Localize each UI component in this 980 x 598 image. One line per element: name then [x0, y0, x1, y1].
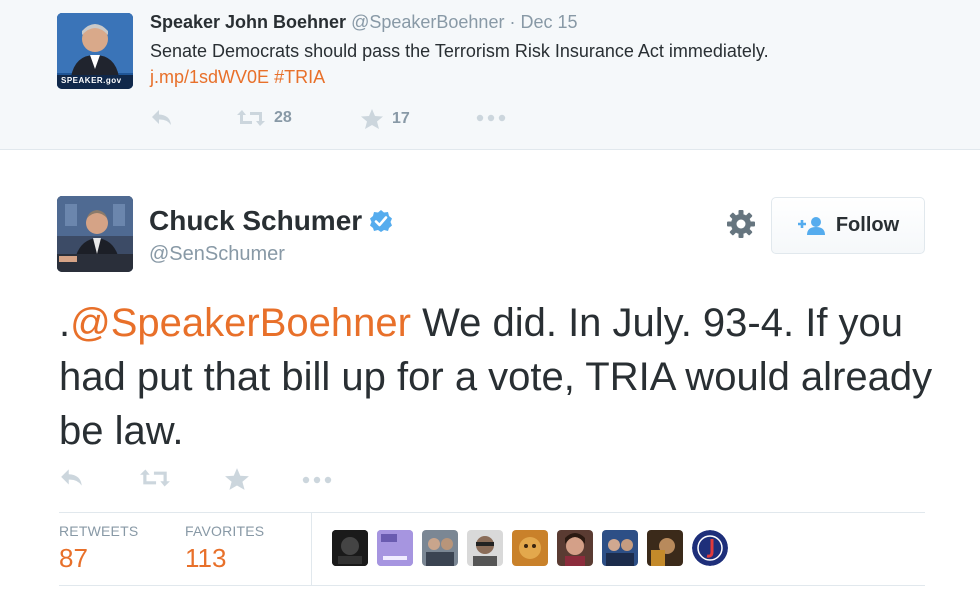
divider: [59, 585, 925, 586]
retweets-stat[interactable]: RETWEETS 87: [59, 513, 138, 574]
favorite-button[interactable]: 17: [360, 108, 410, 130]
author-name[interactable]: Chuck Schumer: [149, 205, 362, 237]
user-avatar[interactable]: [467, 530, 503, 566]
reply-icon: [61, 469, 82, 486]
favoriter-avatars: [332, 530, 737, 566]
reply-button[interactable]: [150, 108, 174, 128]
favorites-count: 113: [185, 543, 227, 573]
author-handle[interactable]: @SpeakerBoehner: [351, 12, 504, 32]
more-icon: [302, 476, 332, 484]
follow-label: Follow: [835, 214, 900, 236]
user-avatar[interactable]: [602, 530, 638, 566]
author-row: Chuck Schumer: [149, 205, 393, 237]
star-icon: [225, 468, 249, 490]
hashtag-link[interactable]: #TRIA: [274, 67, 325, 87]
tweet-date[interactable]: Dec 15: [520, 12, 577, 32]
user-avatar[interactable]: [647, 530, 683, 566]
favorites-stat[interactable]: FAVORITES 113: [185, 513, 264, 574]
avatar[interactable]: SPEAKER.gov: [57, 13, 133, 89]
author-name[interactable]: Speaker John Boehner: [150, 12, 346, 32]
favorites-label: FAVORITES: [185, 523, 265, 539]
tweet-actions: [59, 467, 379, 497]
reply-button[interactable]: [59, 467, 85, 489]
user-avatar[interactable]: [557, 530, 593, 566]
tweet-stats: RETWEETS 87 FAVORITES 113: [59, 513, 925, 585]
separator: ·: [509, 12, 516, 32]
more-button[interactable]: [475, 113, 507, 123]
user-avatar[interactable]: [377, 530, 413, 566]
retweet-icon: [237, 110, 265, 126]
favorite-count: 17: [392, 110, 410, 127]
user-avatar[interactable]: [422, 530, 458, 566]
user-avatar[interactable]: [512, 530, 548, 566]
more-icon: [476, 114, 506, 122]
retweets-count: 87: [59, 543, 88, 573]
follow-button[interactable]: Follow: [771, 197, 925, 254]
mention-link[interactable]: @SpeakerBoehner: [70, 301, 411, 345]
tweet-actions: 28 17: [150, 108, 570, 134]
verified-badge-icon: [370, 210, 393, 232]
tweet-link[interactable]: j.mp/1sdWV0E: [150, 67, 269, 87]
tweet-text: Senate Democrats should pass the Terrori…: [150, 41, 769, 61]
add-user-icon: [797, 216, 825, 235]
user-avatar[interactable]: [692, 530, 728, 566]
parent-tweet[interactable]: SPEAKER.gov Speaker John Boehner @Speake…: [0, 0, 980, 150]
text-prefix: .: [59, 301, 71, 345]
stats-separator: [311, 513, 312, 585]
retweet-icon: [140, 469, 170, 487]
retweet-button[interactable]: [139, 467, 171, 489]
tweet-links: j.mp/1sdWV0E #TRIA: [150, 67, 325, 88]
favorite-button[interactable]: [224, 467, 250, 491]
gear-icon[interactable]: [726, 209, 756, 239]
tweet-header: Speaker John Boehner @SpeakerBoehner · D…: [150, 12, 578, 33]
more-button[interactable]: [301, 475, 333, 485]
retweets-label: RETWEETS: [59, 523, 139, 539]
avatar-caption: SPEAKER.gov: [61, 76, 122, 85]
user-avatar[interactable]: [332, 530, 368, 566]
star-icon: [361, 109, 383, 129]
tweet-text: .@SpeakerBoehner We did. In July. 93-4. …: [59, 296, 939, 458]
reply-icon: [152, 110, 171, 125]
retweet-count: 28: [274, 109, 292, 126]
retweet-button[interactable]: 28: [236, 108, 292, 128]
author-handle[interactable]: @SenSchumer: [149, 243, 285, 266]
avatar[interactable]: [57, 196, 133, 272]
